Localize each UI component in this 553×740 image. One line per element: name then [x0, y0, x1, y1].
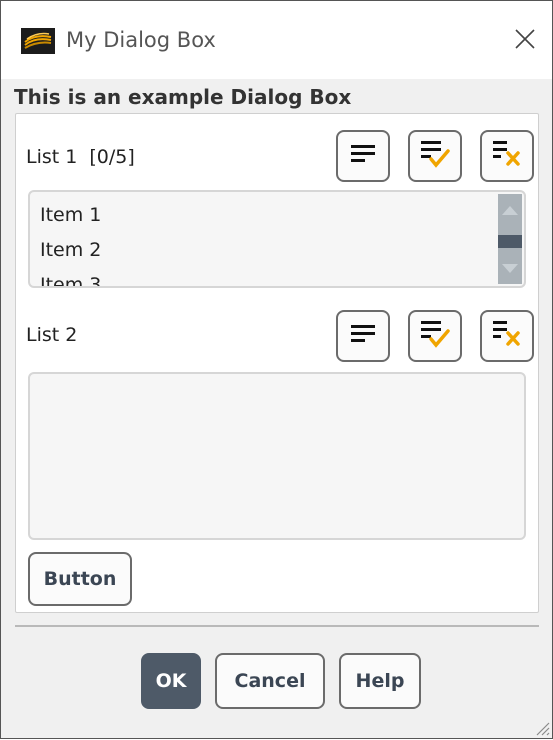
select-all-icon	[348, 321, 378, 351]
list1-count: [0/5]	[89, 146, 135, 168]
list1-label-text: List 1	[26, 146, 78, 168]
list2-listbox[interactable]	[28, 372, 526, 540]
dialog-heading: This is an example Dialog Box	[14, 85, 352, 109]
select-check-icon	[419, 139, 451, 173]
help-button[interactable]: Help	[339, 653, 421, 709]
list-item[interactable]: Item 3	[40, 268, 101, 286]
dialog-window: My Dialog Box This is an example Dialog …	[0, 0, 553, 739]
select-all-icon	[348, 141, 378, 171]
list2-select-all-button[interactable]	[336, 310, 390, 362]
footer-separator	[15, 625, 539, 627]
list1-select-check-button[interactable]	[408, 130, 462, 182]
list2-label: List 2	[26, 324, 78, 346]
deselect-all-icon	[491, 139, 523, 173]
scroll-up-arrow-icon[interactable]	[502, 206, 518, 215]
list1-select-all-button[interactable]	[336, 130, 390, 182]
close-icon	[514, 28, 536, 54]
close-button[interactable]	[505, 21, 545, 61]
list1-scrollbar[interactable]	[498, 194, 522, 284]
ok-button[interactable]: OK	[141, 653, 201, 709]
list2-deselect-all-button[interactable]	[480, 310, 534, 362]
scroll-down-arrow-icon[interactable]	[502, 264, 518, 273]
title-bar: My Dialog Box	[1, 1, 552, 79]
lists-group: List 1 [0/5] Item 1 Item 2 Item 3 List 2…	[15, 113, 539, 613]
resize-grip-icon[interactable]	[532, 718, 550, 736]
scroll-thumb[interactable]	[498, 235, 522, 248]
list1-deselect-all-button[interactable]	[480, 130, 534, 182]
list1-listbox[interactable]: Item 1 Item 2 Item 3	[28, 190, 526, 288]
app-logo-icon	[21, 28, 55, 54]
list-item[interactable]: Item 2	[40, 233, 101, 268]
window-title: My Dialog Box	[66, 28, 216, 52]
select-check-icon	[419, 319, 451, 353]
list1-label: List 1 [0/5]	[26, 146, 135, 168]
dialog-content: This is an example Dialog Box List 1 [0/…	[1, 79, 552, 738]
generic-button[interactable]: Button	[28, 552, 132, 606]
list-item[interactable]: Item 1	[40, 198, 101, 233]
cancel-button[interactable]: Cancel	[215, 653, 325, 709]
list1-items: Item 1 Item 2 Item 3	[40, 198, 101, 286]
deselect-all-icon	[491, 319, 523, 353]
list2-select-check-button[interactable]	[408, 310, 462, 362]
